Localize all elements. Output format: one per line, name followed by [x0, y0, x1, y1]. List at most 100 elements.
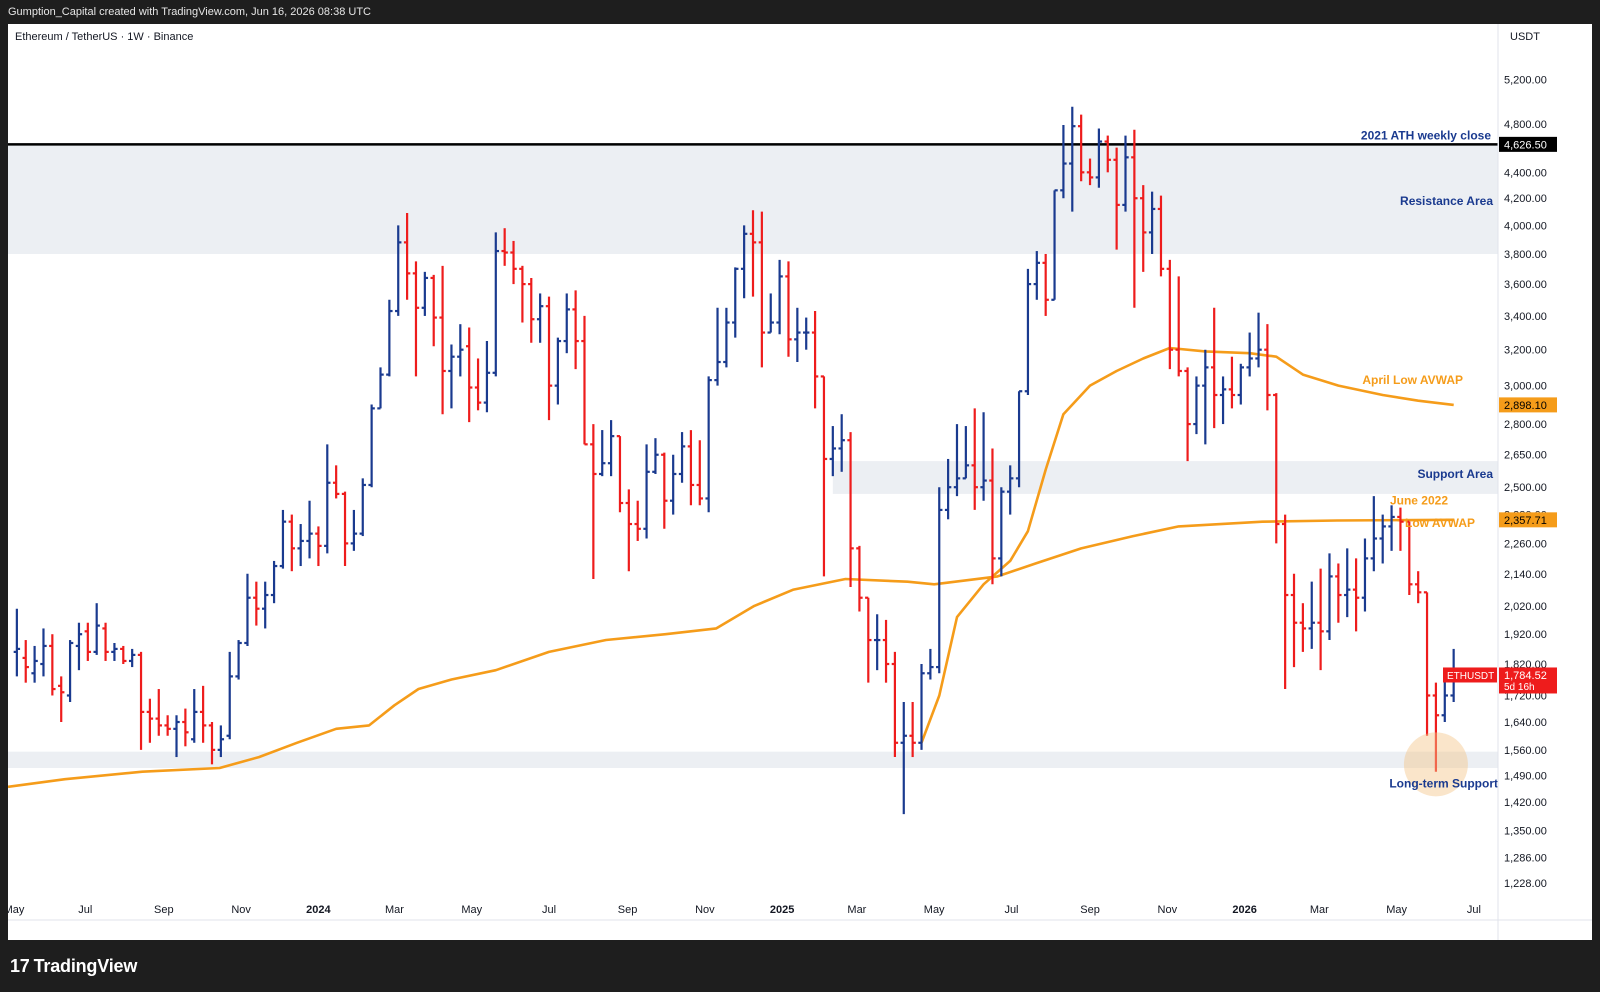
ohlc-bar[interactable] [191, 689, 198, 743]
ohlc-bar[interactable] [528, 277, 535, 343]
ohlc-bar[interactable] [971, 408, 978, 510]
ohlc-bar[interactable] [341, 491, 349, 567]
ohlc-bar[interactable] [785, 261, 792, 357]
ohlc-bar[interactable] [49, 634, 56, 696]
ohlc-bar[interactable] [93, 603, 100, 655]
ohlc-bar[interactable] [705, 376, 712, 513]
ohlc-bar[interactable] [634, 500, 641, 541]
ohlc-bar[interactable] [909, 701, 916, 758]
ohlc-bar[interactable] [31, 645, 38, 683]
ohlc-bar[interactable] [182, 708, 189, 747]
ohlc-bar[interactable] [891, 651, 899, 758]
ohlc-bar[interactable] [288, 514, 296, 572]
ohlc-bar[interactable] [696, 440, 703, 506]
ohlc-bar[interactable] [1024, 268, 1032, 396]
ohlc-bar[interactable] [1175, 276, 1182, 377]
ohlc-bar[interactable] [448, 344, 455, 409]
ohlc-bar[interactable] [767, 293, 774, 334]
ohlc-bar[interactable] [1423, 591, 1431, 736]
ohlc-bar[interactable] [164, 715, 171, 736]
ohlc-bar[interactable] [652, 438, 659, 474]
ohlc-bar[interactable] [607, 420, 615, 477]
ohlc-bar[interactable] [873, 614, 881, 671]
ohlc-bar[interactable] [315, 526, 322, 567]
ohlc-bar[interactable] [669, 454, 677, 515]
ohlc-bar[interactable] [998, 487, 1005, 577]
ohlc-bar[interactable] [732, 267, 739, 338]
tradingview-logo[interactable]: 17 TradingView [10, 956, 137, 977]
ohlc-bar[interactable] [1202, 349, 1209, 445]
ohlc-bar[interactable] [643, 444, 650, 539]
ohlc-bar[interactable] [474, 358, 482, 411]
price-chart[interactable]: 2021 ATH weekly close Resistance Area Apri… [8, 24, 1592, 940]
ohlc-bar[interactable] [776, 259, 783, 335]
ohlc-bar[interactable] [563, 293, 570, 354]
ohlc-bar[interactable] [1193, 376, 1200, 435]
ohlc-bar[interactable] [536, 293, 544, 343]
ohlc-bar[interactable] [155, 689, 162, 736]
ohlc-bar[interactable] [173, 715, 180, 758]
ohlc-bar[interactable] [1388, 505, 1395, 551]
ohlc-bar[interactable] [279, 509, 287, 569]
ohlc-bar[interactable] [811, 311, 819, 409]
ohlc-bar[interactable] [927, 648, 934, 680]
ohlc-bar[interactable] [324, 444, 331, 554]
ohlc-bar[interactable] [794, 307, 801, 363]
ohlc-bar[interactable] [847, 432, 854, 587]
ohlc-bar[interactable] [1317, 568, 1324, 671]
ohlc-bar[interactable] [882, 619, 890, 683]
ohlc-bar[interactable] [244, 573, 251, 646]
ohlc-bar[interactable] [359, 478, 366, 537]
ohlc-bar[interactable] [84, 622, 92, 661]
ohlc-bar[interactable] [554, 337, 562, 405]
ohlc-bar[interactable] [226, 651, 233, 740]
ohlc-bar[interactable] [13, 608, 21, 677]
ohlc-bar[interactable] [120, 645, 127, 665]
ohlc-bar[interactable] [262, 581, 269, 629]
ohlc-bar[interactable] [820, 375, 828, 577]
ohlc-bar[interactable] [421, 271, 429, 316]
ohlc-bar[interactable] [1370, 496, 1378, 572]
ohlc-bar[interactable] [66, 640, 74, 702]
ohlc-bar[interactable] [430, 274, 437, 347]
ohlc-bar[interactable] [386, 299, 393, 377]
ohlc-bar[interactable] [714, 307, 721, 386]
ohlc-bar[interactable] [75, 622, 83, 671]
ohlc-bar[interactable] [270, 560, 278, 604]
ohlc-bar[interactable] [1281, 514, 1289, 690]
ohlc-bar[interactable] [1406, 520, 1413, 596]
ohlc-bar[interactable] [439, 265, 446, 415]
ohlc-bar[interactable] [723, 307, 730, 368]
ohlc-bar[interactable] [1397, 507, 1404, 551]
ohlc-bar[interactable] [1219, 376, 1227, 425]
ohlc-bar[interactable] [1352, 558, 1360, 632]
ohlc-bar[interactable] [199, 685, 207, 743]
ohlc-bar[interactable] [235, 640, 242, 680]
ohlc-bar[interactable] [253, 581, 260, 626]
ohlc-bar[interactable] [616, 435, 624, 513]
ohlc-bar[interactable] [803, 317, 810, 350]
ohlc-bar[interactable] [519, 265, 526, 323]
ohlc-bar[interactable] [1299, 603, 1307, 652]
ohlc-bar[interactable] [412, 261, 420, 377]
ohlc-bar[interactable] [1335, 563, 1342, 623]
ohlc-bar[interactable] [1255, 312, 1262, 368]
ohlc-bar[interactable] [377, 367, 384, 410]
ohlc-bar[interactable] [102, 622, 109, 661]
ohlc-bar[interactable] [137, 651, 145, 750]
ohlc-bar[interactable] [1290, 573, 1298, 668]
ohlc-bar[interactable] [146, 698, 154, 743]
ohlc-bar[interactable] [1264, 324, 1271, 411]
ohlc-bar[interactable] [350, 509, 358, 551]
ohlc-bar[interactable] [625, 489, 633, 572]
ohlc-bar[interactable] [1184, 367, 1191, 462]
ohlc-bar[interactable] [465, 327, 473, 423]
ohlc-bar[interactable] [678, 432, 686, 483]
ohlc-bar[interactable] [128, 648, 136, 668]
ohlc-bar[interactable] [58, 676, 65, 723]
ohlc-bar[interactable] [1228, 356, 1236, 409]
ohlc-bar[interactable] [1414, 571, 1422, 604]
ohlc-bar[interactable] [687, 430, 695, 506]
ohlc-bar[interactable] [22, 640, 29, 683]
ohlc-bar[interactable] [1361, 538, 1369, 612]
